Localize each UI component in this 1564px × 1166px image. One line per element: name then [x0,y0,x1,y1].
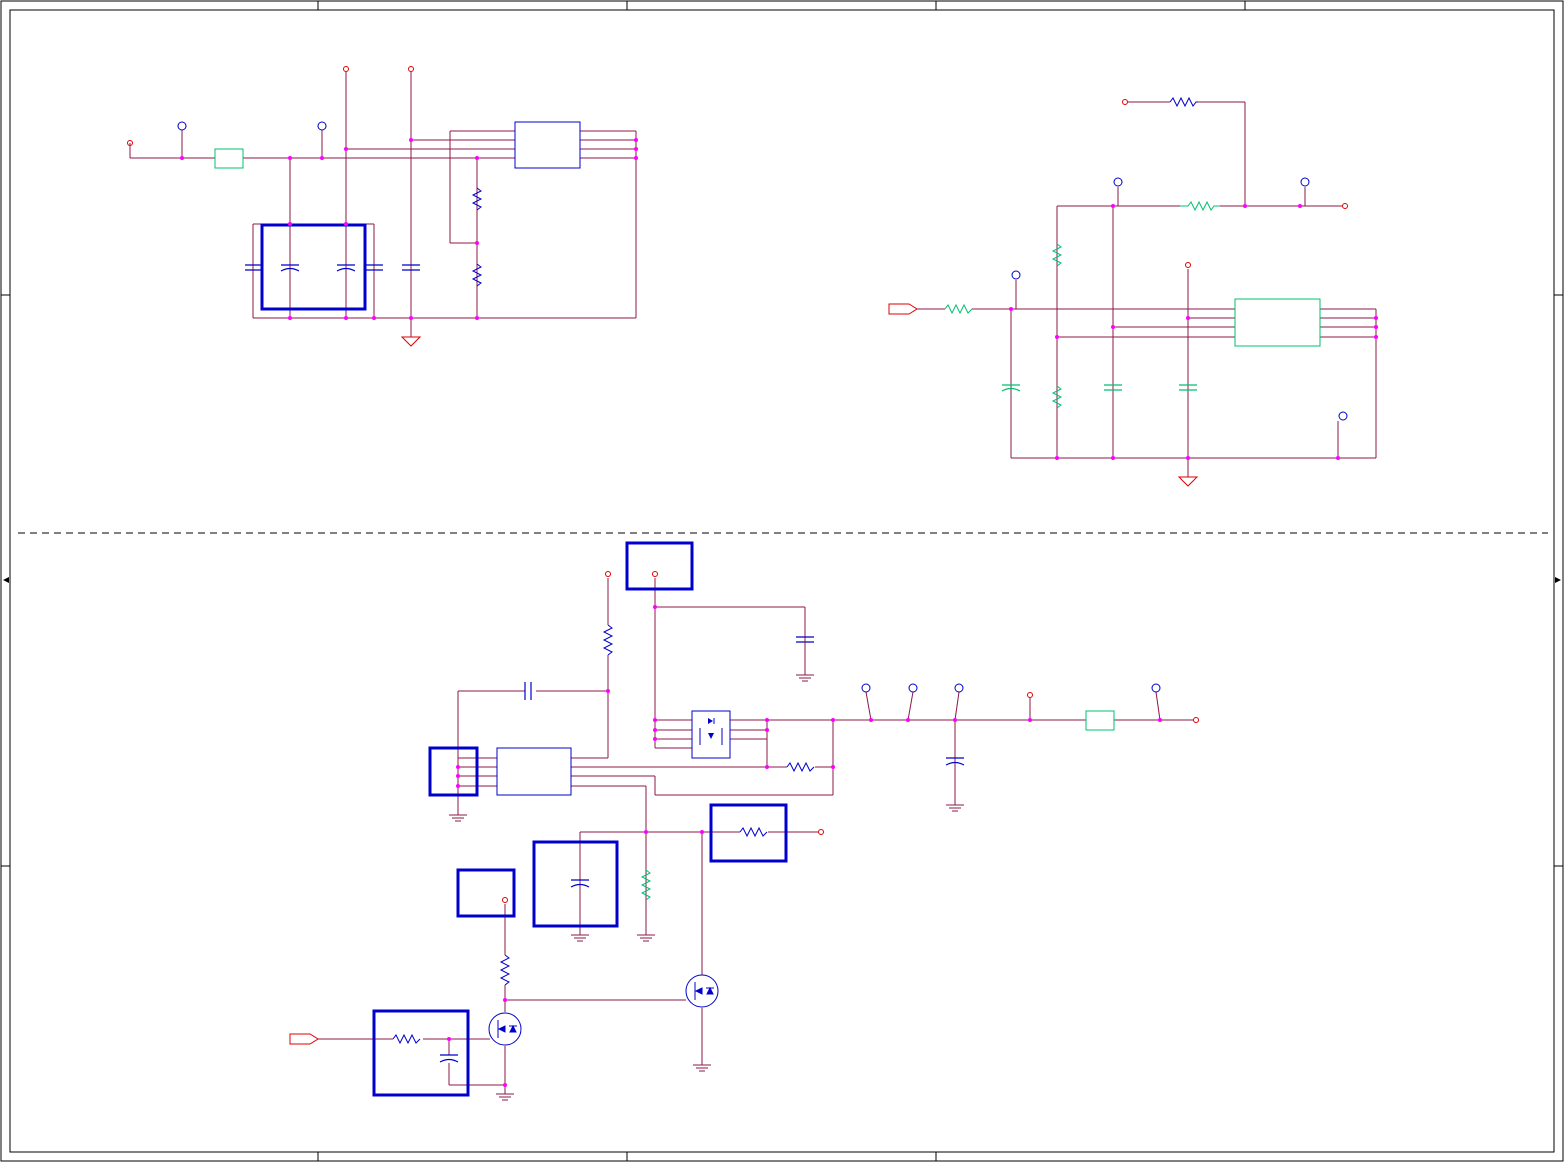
selection-box [260,223,367,311]
junction-dots [1009,204,1378,460]
wires [129,72,637,337]
resistor-icon [1180,200,1220,212]
power-rail-icon [502,571,1199,903]
resistor-icon [1169,96,1198,108]
frame-arrow-right-icon [1555,577,1561,583]
power-rail-icon [127,66,414,146]
circuit-top-left [127,66,638,347]
resistor-icon [786,761,815,773]
ground-icon [1177,476,1199,487]
wires [917,101,1377,480]
resistor-icon [944,303,973,315]
ground-icon [400,336,422,347]
circuit-top-right [888,96,1378,487]
resistor-icon [602,624,614,656]
schematic-sheet [0,0,1564,1162]
ic-block-icon [496,747,572,796]
circuit-bottom [289,541,1199,1101]
schematic-canvas [0,0,1564,1162]
frame-arrow-left-icon [3,577,9,583]
selection-box [372,541,788,1097]
power-rail-icon [1122,99,1348,268]
resistor-icon [739,826,768,838]
test-point-icon [861,683,1161,693]
resistor-icon [392,1033,421,1045]
ferrite-bead-icon [1085,710,1115,731]
test-point-icon [177,121,327,131]
junction-dots [447,605,1162,1087]
capacitor-icon [245,264,420,272]
mosfet-icon [488,1012,522,1046]
mosfet-icon [691,710,731,759]
resistor-icon [499,954,511,986]
drawing-frame [0,0,1564,1162]
ic-block-icon [514,121,581,169]
offpage-connector-icon [888,303,918,315]
ferrite-bead-icon [214,148,244,169]
ic-block-icon [1234,298,1321,347]
capacitor-icon [1001,384,1197,392]
mosfet-icon [685,974,719,1008]
offpage-connector-icon [289,1033,319,1045]
